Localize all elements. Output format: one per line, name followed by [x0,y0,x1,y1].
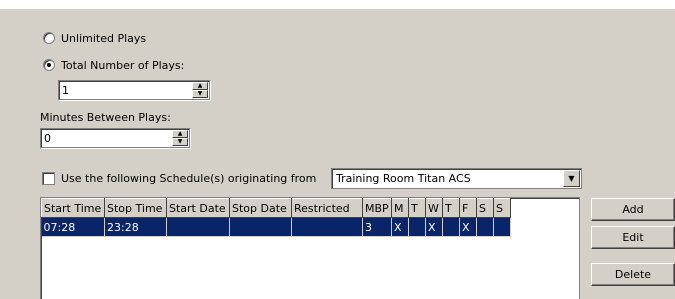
cell-monday: X [391,217,409,237]
chevron-down-icon[interactable]: ▼ [563,170,580,187]
schedule-origin-value: Training Room Titan ACS [336,172,471,185]
cell-wednesday: X [425,217,443,237]
cell-stop-date [229,217,292,237]
schedule-origin-select[interactable]: Training Room Titan ACS ▼ [331,168,582,189]
total-plays-radio[interactable] [43,59,55,71]
cell-friday: X [459,217,477,237]
increment-icon[interactable]: ▲ [192,82,208,90]
cell-sunday [493,217,511,237]
schedule-header-row: Start Time Stop Time Start Date Stop Dat… [41,198,511,218]
unlimited-plays-radio[interactable] [43,32,55,44]
total-plays-label: Total Number of Plays: [61,58,185,72]
column-header-mbp[interactable]: MBP [362,198,392,218]
top-strip [0,0,675,9]
column-header-stop-time[interactable]: Stop Time [104,198,167,218]
cell-restricted [291,217,363,237]
minutes-between-plays-value[interactable]: 0 [41,132,172,145]
minutes-between-plays-label: Minutes Between Plays: [40,111,171,124]
column-header-restricted[interactable]: Restricted [291,198,363,218]
table-row[interactable]: 07:28 23:28 3 X X X [41,217,511,237]
total-plays-option[interactable]: Total Number of Plays: [43,57,184,73]
column-header-start-time[interactable]: Start Time [41,198,105,218]
column-header-tuesday[interactable]: T [408,198,426,218]
cell-start-date [166,217,230,237]
decrement-icon[interactable]: ▼ [172,138,188,146]
column-header-sunday[interactable]: S [493,198,511,218]
use-schedule-option[interactable]: Use the following Schedule(s) originatin… [42,170,316,186]
column-header-friday[interactable]: F [459,198,477,218]
total-plays-value[interactable]: 1 [59,84,192,97]
cell-mbp: 3 [362,217,392,237]
column-header-wednesday[interactable]: W [425,198,443,218]
minutes-between-plays-stepper[interactable]: 0 ▲ ▼ [40,128,190,148]
cell-thursday [442,217,460,237]
column-header-monday[interactable]: M [391,198,409,218]
use-schedule-checkbox[interactable] [42,171,55,185]
cell-start-time: 07:28 [41,217,105,237]
cell-tuesday [408,217,426,237]
cell-stop-time: 23:28 [104,217,167,237]
unlimited-plays-label: Unlimited Plays [61,31,147,45]
edit-button[interactable]: Edit [591,226,675,249]
increment-icon[interactable]: ▲ [172,130,188,138]
unlimited-plays-option[interactable]: Unlimited Plays [43,30,146,46]
column-header-start-date[interactable]: Start Date [166,198,230,218]
column-header-thursday[interactable]: T [442,198,460,218]
decrement-icon[interactable]: ▼ [192,90,208,98]
add-button[interactable]: Add [591,198,675,221]
cell-saturday [476,217,494,237]
schedule-table: Start Time Stop Time Start Date Stop Dat… [41,198,511,237]
delete-button[interactable]: Delete [591,263,675,286]
schedule-grid[interactable]: Start Time Stop Time Start Date Stop Dat… [40,197,580,299]
column-header-saturday[interactable]: S [476,198,494,218]
total-plays-stepper[interactable]: 1 ▲ ▼ [58,80,210,100]
use-schedule-label: Use the following Schedule(s) originatin… [61,171,317,185]
column-header-stop-date[interactable]: Stop Date [229,198,292,218]
